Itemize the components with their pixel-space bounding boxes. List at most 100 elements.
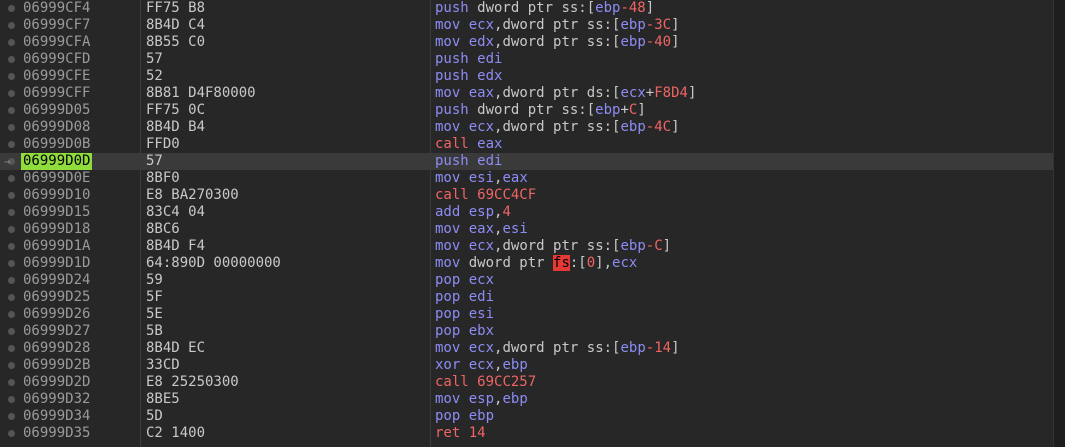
breakpoint-dot-icon[interactable] (8, 226, 15, 233)
instruction-disassembly[interactable]: mov ecx,dword ptr ss:[ebp-4C] (435, 119, 680, 136)
instruction-address[interactable]: 06999D35 (21, 425, 92, 442)
instruction-disassembly[interactable]: xor ecx,ebp (435, 357, 528, 374)
instruction-row[interactable]: 06999D24 59 pop ecx (0, 272, 1054, 289)
instruction-bytes[interactable]: 33CD (146, 357, 180, 374)
instruction-row[interactable]: 06999D05 FF75 0C push dword ptr ss:[ebp+C] (0, 102, 1054, 119)
instruction-address[interactable]: 06999D24 (21, 272, 92, 289)
instruction-bytes[interactable]: 8B4D B4 (146, 119, 205, 136)
instruction-disassembly[interactable]: mov edx,dword ptr ss:[ebp-40] (435, 34, 680, 51)
instruction-bytes[interactable]: FFD0 (146, 136, 180, 153)
instruction-address[interactable]: 06999D1A (21, 238, 92, 255)
instruction-bytes[interactable]: 52 (146, 68, 163, 85)
instruction-bytes[interactable]: 8BF0 (146, 170, 180, 187)
disassembly-view[interactable]: 06999CF4 FF75 B8 push dword ptr ss:[ebp-48… (0, 0, 1065, 447)
breakpoint-dot-icon[interactable] (8, 209, 15, 216)
breakpoint-dot-icon[interactable] (8, 5, 15, 12)
breakpoint-dot-icon[interactable] (8, 311, 15, 318)
instruction-bytes[interactable]: 57 (146, 51, 163, 68)
instruction-row[interactable]: 06999D1A 8B4D F4 mov ecx,dword ptr ss:[ebp… (0, 238, 1054, 255)
instruction-address[interactable]: 06999D0B (21, 136, 92, 153)
instruction-row[interactable]: 06999CFA 8B55 C0 mov edx,dword ptr ss:[ebp… (0, 34, 1054, 51)
instruction-address[interactable]: 06999CF7 (21, 17, 92, 34)
breakpoint-dot-icon[interactable] (8, 294, 15, 301)
breakpoint-dot-icon[interactable] (8, 90, 15, 97)
breakpoint-dot-icon[interactable] (8, 345, 15, 352)
instruction-bytes[interactable]: C2 1400 (146, 425, 205, 442)
breakpoint-dot-icon[interactable] (8, 362, 15, 369)
instruction-row[interactable]: 06999CFD 57 push edi (0, 51, 1054, 68)
instruction-address[interactable]: 06999CFA (21, 34, 92, 51)
breakpoint-dot-icon[interactable] (8, 124, 15, 131)
instruction-disassembly[interactable]: pop ebx (435, 323, 494, 340)
instruction-bytes[interactable]: E8 25250300 (146, 374, 239, 391)
instruction-disassembly[interactable]: mov esp,ebp (435, 391, 528, 408)
instruction-disassembly[interactable]: push edx (435, 68, 502, 85)
instruction-bytes[interactable]: 8B4D C4 (146, 17, 205, 34)
instruction-disassembly[interactable]: call 69CC257 (435, 374, 536, 391)
instruction-bytes[interactable]: 8B4D EC (146, 340, 205, 357)
instruction-row[interactable]: 06999D35 C2 1400 ret 14 (0, 425, 1054, 442)
instruction-address[interactable]: 06999D2D (21, 374, 92, 391)
instruction-row[interactable]: 06999D15 83C4 04 add esp,4 (0, 204, 1054, 221)
breakpoint-dot-icon[interactable] (8, 328, 15, 335)
instruction-bytes[interactable]: E8 BA270300 (146, 187, 239, 204)
instruction-bytes[interactable]: 5B (146, 323, 163, 340)
instruction-bytes[interactable]: 8BC6 (146, 221, 180, 238)
breakpoint-dot-icon[interactable] (8, 73, 15, 80)
breakpoint-dot-icon[interactable] (8, 277, 15, 284)
breakpoint-dot-icon[interactable] (8, 413, 15, 420)
instruction-row[interactable]: 06999CFF 8B81 D4F80000 mov eax,dword ptr d… (0, 85, 1054, 102)
instruction-address[interactable]: 06999D34 (21, 408, 92, 425)
instruction-row[interactable]: 06999D2D E8 25250300 call 69CC257 (0, 374, 1054, 391)
breakpoint-dot-icon[interactable] (8, 396, 15, 403)
instruction-row[interactable]: 06999D26 5E pop esi (0, 306, 1054, 323)
instruction-address[interactable]: 06999D28 (21, 340, 92, 357)
breakpoint-dot-icon[interactable] (8, 22, 15, 29)
breakpoint-dot-icon[interactable] (8, 430, 15, 437)
instruction-bytes[interactable]: 64:890D 00000000 (146, 255, 281, 272)
instruction-disassembly[interactable]: push edi (435, 153, 502, 170)
instruction-row[interactable]: 06999D1D 64:890D 00000000 mov dword ptr fs… (0, 255, 1054, 272)
instruction-disassembly[interactable]: pop ebp (435, 408, 494, 425)
instruction-row[interactable]: 06999D10 E8 BA270300 call 69CC4CF (0, 187, 1054, 204)
instruction-bytes[interactable]: 8B4D F4 (146, 238, 205, 255)
breakpoint-dot-icon[interactable] (8, 39, 15, 46)
instruction-address[interactable]: 06999D1D (21, 255, 92, 272)
instruction-disassembly[interactable]: mov esi,eax (435, 170, 528, 187)
instruction-row[interactable]: 06999D18 8BC6 mov eax,esi (0, 221, 1054, 238)
instruction-bytes[interactable]: 57 (146, 153, 163, 170)
breakpoint-dot-icon[interactable] (8, 243, 15, 250)
instruction-row[interactable]: 06999D34 5D pop ebp (0, 408, 1054, 425)
instruction-disassembly[interactable]: mov ecx,dword ptr ss:[ebp-C] (435, 238, 671, 255)
instruction-disassembly[interactable]: call eax (435, 136, 502, 153)
instruction-row[interactable]: 06999D32 8BE5 mov esp,ebp (0, 391, 1054, 408)
instruction-row[interactable]: 06999D25 5F pop edi (0, 289, 1054, 306)
instruction-address[interactable]: 06999D08 (21, 119, 92, 136)
instruction-bytes[interactable]: 5F (146, 289, 163, 306)
instruction-disassembly[interactable]: add esp,4 (435, 204, 511, 221)
instruction-bytes[interactable]: FF75 0C (146, 102, 205, 119)
instruction-disassembly[interactable]: mov eax,esi (435, 221, 528, 238)
instruction-disassembly[interactable]: pop ecx (435, 272, 494, 289)
instruction-address[interactable]: 06999D10 (21, 187, 92, 204)
instruction-bytes[interactable]: 5E (146, 306, 163, 323)
instruction-address[interactable]: 06999D15 (21, 204, 92, 221)
breakpoint-dot-icon[interactable] (8, 141, 15, 148)
instruction-address[interactable]: 06999D0E (21, 170, 92, 187)
instruction-disassembly[interactable]: mov ecx,dword ptr ss:[ebp-3C] (435, 17, 680, 34)
instruction-bytes[interactable]: FF75 B8 (146, 0, 205, 17)
instruction-row[interactable]: 06999D2B 33CD xor ecx,ebp (0, 357, 1054, 374)
instruction-disassembly[interactable]: call 69CC4CF (435, 187, 536, 204)
breakpoint-dot-icon[interactable] (8, 56, 15, 63)
instruction-row[interactable]: 06999CFE 52 push edx (0, 68, 1054, 85)
instruction-disassembly[interactable]: push dword ptr ss:[ebp+C] (435, 102, 646, 119)
instruction-bytes[interactable]: 5D (146, 408, 163, 425)
instruction-bytes[interactable]: 8B55 C0 (146, 34, 205, 51)
instruction-bytes[interactable]: 83C4 04 (146, 204, 205, 221)
instruction-bytes[interactable]: 8BE5 (146, 391, 180, 408)
instruction-row[interactable]: 06999D08 8B4D B4 mov ecx,dword ptr ss:[ebp… (0, 119, 1054, 136)
breakpoint-dot-icon[interactable] (8, 107, 15, 114)
instruction-disassembly[interactable]: ret 14 (435, 425, 486, 442)
instruction-address[interactable]: 06999D2B (21, 357, 92, 374)
instruction-address[interactable]: 06999CFD (21, 51, 92, 68)
